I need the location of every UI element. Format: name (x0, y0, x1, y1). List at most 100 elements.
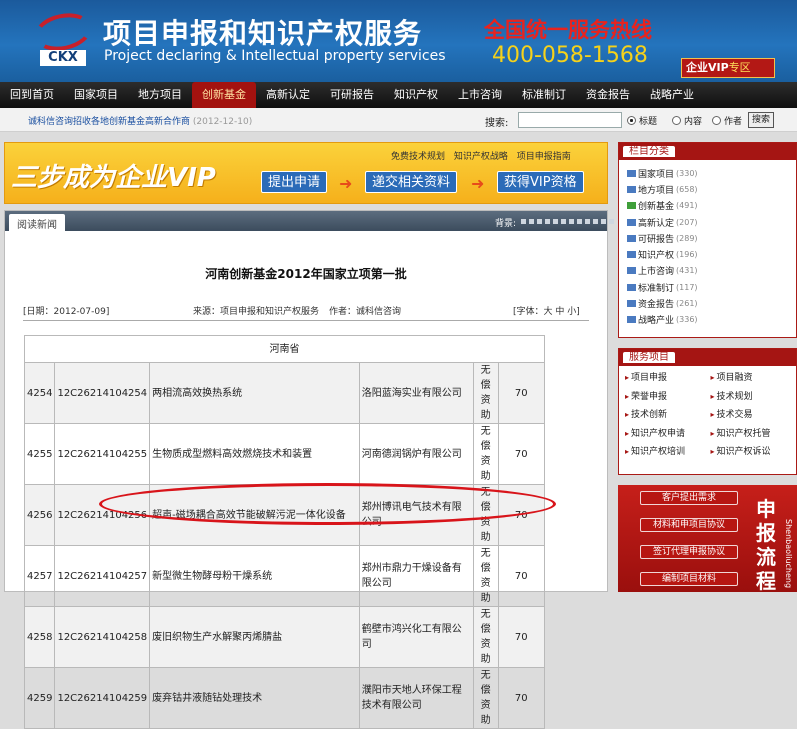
category-label[interactable]: 可研报告 (638, 232, 674, 245)
banner-link[interactable]: 知识产权战略 (454, 152, 508, 162)
category-label[interactable]: 创新基金 (638, 199, 674, 212)
logo-swoosh-icon (30, 8, 96, 56)
folder-icon (627, 300, 636, 308)
site-title: 项目申报和知识产权服务 (103, 17, 423, 50)
category-box-header: 栏目分类 (619, 143, 796, 160)
search-button[interactable]: 搜索 (748, 112, 774, 128)
background-swatches[interactable] (521, 219, 614, 224)
service-item[interactable]: 技术交易 (711, 407, 797, 424)
category-label[interactable]: 国家项目 (638, 167, 674, 180)
cell-type: 无偿资助 (472, 667, 499, 729)
swatch[interactable] (529, 219, 534, 224)
step-apply[interactable]: 提出申请 (261, 171, 328, 193)
category-item[interactable]: 创新基金 (491) (619, 198, 796, 214)
folder-icon (627, 234, 636, 242)
category-item[interactable]: 资金报告 (261) (619, 295, 796, 311)
swatch[interactable] (601, 219, 606, 224)
swatch[interactable] (545, 219, 550, 224)
service-item[interactable]: 项目申报 (625, 370, 711, 387)
folder-icon (627, 169, 636, 177)
banner-link[interactable]: 免费技术规划 (391, 152, 445, 162)
nav-local-projects[interactable]: 地方项目 (128, 82, 192, 108)
radio-content[interactable]: 内容 (672, 114, 702, 127)
province-cell: 河南省 (24, 335, 545, 363)
category-item[interactable]: 高新认定 (207) (619, 214, 796, 230)
swatch[interactable] (553, 219, 558, 224)
service-item[interactable]: 项目融资 (711, 370, 797, 387)
category-label[interactable]: 资金报告 (638, 297, 674, 310)
category-count: (658) (676, 184, 698, 194)
category-label[interactable]: 知识产权 (638, 248, 674, 261)
category-count: (117) (676, 282, 698, 292)
nav-innovation-fund[interactable]: 创新基金 (192, 82, 256, 108)
category-label[interactable]: 高新认定 (638, 216, 674, 229)
tab-read-news[interactable]: 阅读新闻 (9, 214, 65, 231)
service-item[interactable]: 技术创新 (625, 407, 711, 424)
vip-zone-button[interactable]: 企业VIP专区 (681, 58, 775, 78)
category-item[interactable]: 战略产业 (336) (619, 312, 796, 328)
banner-headline: 三步成为企业VIP (11, 163, 216, 193)
swatch[interactable] (577, 219, 582, 224)
logo-text: CKX (40, 50, 86, 66)
flow-step-button[interactable]: 材料和申项目协议 (640, 518, 738, 532)
nav-feasibility[interactable]: 可研报告 (320, 82, 384, 108)
ticker-text[interactable]: 诚科信咨询招收各地创新基金高新合作商 (28, 117, 190, 127)
swatch[interactable] (561, 219, 566, 224)
font-size-switcher[interactable]: [字体：大 中 小] (513, 304, 580, 317)
search-label: 搜索: (485, 118, 509, 129)
nav-funding-report[interactable]: 资金报告 (576, 82, 640, 108)
service-item[interactable]: 知识产权培训 (625, 444, 711, 461)
step-submit[interactable]: 递交相关资料 (365, 171, 458, 193)
service-item[interactable]: 知识产权诉讼 (711, 444, 797, 461)
news-ticker[interactable]: 诚科信咨询招收各地创新基金高新合作商 (2012-12-10) (28, 114, 252, 127)
category-item[interactable]: 地方项目 (658) (619, 181, 796, 197)
category-item[interactable]: 标准制订 (117) (619, 279, 796, 295)
cell-company: 濮阳市天地人环保工程技术有限公司 (358, 667, 474, 729)
category-item[interactable]: 知识产权 (196) (619, 246, 796, 262)
table-row: 4254 12C26214104254 两相流高效换热系统 洛阳蓝海实业有限公司… (23, 362, 545, 424)
service-item[interactable]: 知识产权托管 (711, 426, 797, 443)
search-input[interactable] (518, 112, 622, 128)
category-label[interactable]: 标准制订 (638, 281, 674, 294)
folder-icon (627, 316, 636, 324)
flow-step-button[interactable]: 签订代理申报协议 (640, 545, 738, 559)
swatch[interactable] (521, 219, 526, 224)
category-label[interactable]: 地方项目 (638, 183, 674, 196)
category-count: (289) (676, 233, 698, 243)
cell-company: 洛阳蓝海实业有限公司 (358, 362, 474, 424)
nav-home[interactable]: 回到首页 (0, 82, 64, 108)
nav-ip[interactable]: 知识产权 (384, 82, 448, 108)
banner-link[interactable]: 项目申报指南 (517, 152, 571, 162)
swatch[interactable] (609, 219, 614, 224)
flow-pinyin: Shenbaoliucheng (784, 519, 793, 589)
swatch[interactable] (569, 219, 574, 224)
nav-national-projects[interactable]: 国家项目 (64, 82, 128, 108)
vip-banner[interactable]: 三步成为企业VIP 免费技术规划 知识产权战略 项目申报指南 提出申请 ➜ 递交… (4, 142, 608, 204)
radio-author[interactable]: 作者 (712, 114, 742, 127)
service-item[interactable]: 知识产权申请 (625, 426, 711, 443)
category-count: (330) (676, 168, 698, 178)
service-item[interactable]: 荣誉申报 (625, 389, 711, 406)
service-item[interactable]: 技术规划 (711, 389, 797, 406)
category-label[interactable]: 上市咨询 (638, 264, 674, 277)
swatch[interactable] (593, 219, 598, 224)
swatch[interactable] (585, 219, 590, 224)
project-table: 河南省 4254 12C26214104254 两相流高效换热系统 洛阳蓝海实业… (23, 335, 545, 729)
radio-title[interactable]: 标题 (627, 114, 657, 127)
nav-standards[interactable]: 标准制订 (512, 82, 576, 108)
category-item[interactable]: 国家项目 (330) (619, 165, 796, 181)
flow-step-button[interactable]: 客户提出需求 (640, 491, 738, 505)
site-logo[interactable]: CKX (30, 8, 96, 68)
nav-hitech[interactable]: 高新认定 (256, 82, 320, 108)
nav-strategic[interactable]: 战略产业 (640, 82, 704, 108)
category-item[interactable]: 可研报告 (289) (619, 230, 796, 246)
category-count: (491) (676, 201, 698, 211)
category-item[interactable]: 上市咨询 (431) (619, 263, 796, 279)
nav-ipo[interactable]: 上市咨询 (448, 82, 512, 108)
step-vip[interactable]: 获得VIP资格 (497, 171, 584, 193)
swatch[interactable] (537, 219, 542, 224)
flow-step-button[interactable]: 编制项目材料 (640, 572, 738, 586)
cell-no: 4254 (23, 362, 56, 424)
radio-title-label: 标题 (639, 117, 658, 127)
category-label[interactable]: 战略产业 (638, 313, 674, 326)
